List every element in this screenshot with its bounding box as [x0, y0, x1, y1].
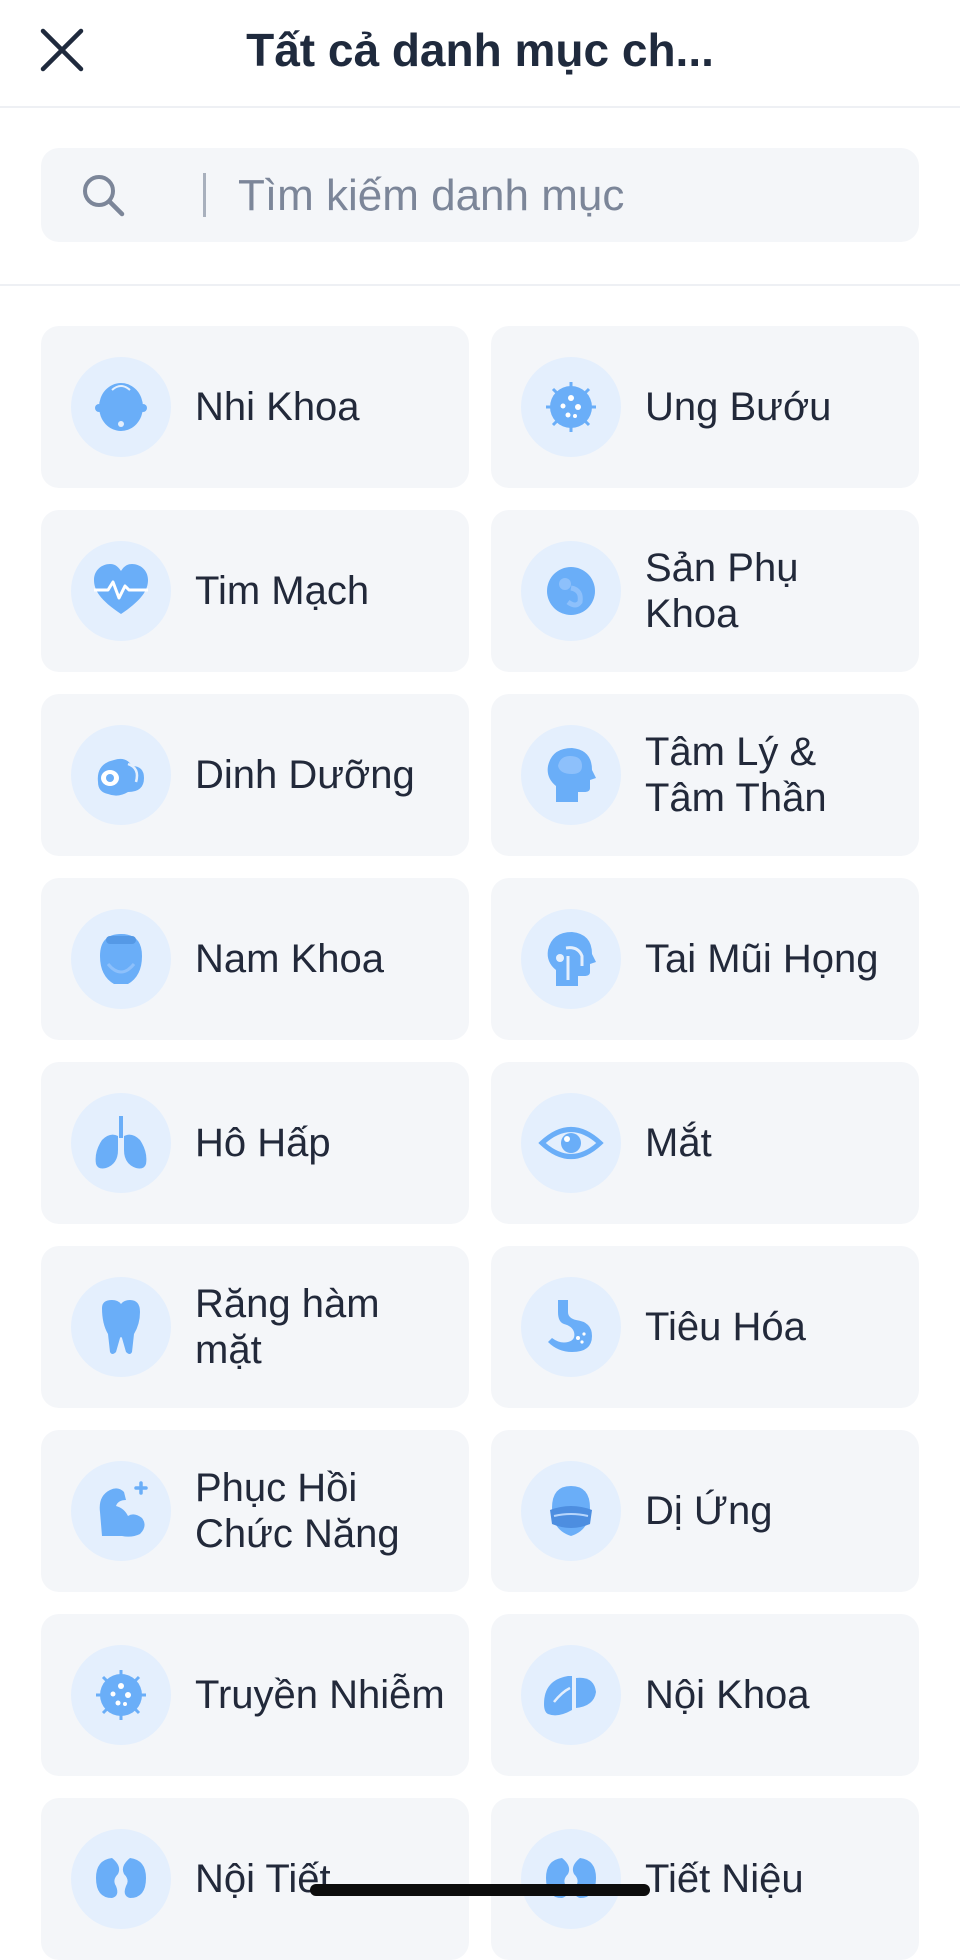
kidneys-icon	[546, 1858, 596, 1898]
category-label: Tiết Niệu	[645, 1857, 804, 1901]
category-icon-badge	[521, 909, 621, 1009]
male-head-icon	[100, 934, 142, 984]
category-icon-badge	[521, 541, 621, 641]
category-card[interactable]: Tiêu Hóa	[491, 1246, 919, 1408]
category-icon-badge	[71, 1829, 171, 1929]
category-icon-badge	[521, 1461, 621, 1561]
category-label: Mắt	[645, 1121, 712, 1165]
fetus-icon	[547, 567, 595, 615]
virus-icon	[96, 1670, 146, 1720]
head-brain-icon	[547, 748, 596, 802]
category-label: Sản Phụ Khoa	[645, 546, 799, 636]
text-cursor	[203, 173, 206, 217]
category-label: Phục Hồi Chức Năng	[195, 1466, 400, 1556]
category-card[interactable]: Sản Phụ Khoa	[491, 510, 919, 672]
organ-icon	[544, 1676, 596, 1716]
category-icon-badge	[521, 357, 621, 457]
category-icon-badge	[521, 1645, 621, 1745]
category-icon-badge	[71, 541, 171, 641]
category-card[interactable]: Phục Hồi Chức Năng	[41, 1430, 469, 1592]
category-label: Tiêu Hóa	[645, 1305, 806, 1349]
baby-head-icon	[95, 383, 147, 431]
category-label: Răng hàm mặt	[195, 1282, 380, 1372]
search-input[interactable]	[236, 158, 880, 234]
category-icon-badge	[521, 1093, 621, 1193]
category-card[interactable]: Răng hàm mặt	[41, 1246, 469, 1408]
category-icon-badge	[521, 1277, 621, 1377]
category-icon-badge	[71, 1645, 171, 1745]
category-label: Dinh Dưỡng	[195, 753, 415, 797]
category-card[interactable]: Truyền Nhiễm	[41, 1614, 469, 1776]
search-icon	[83, 175, 125, 217]
category-icon-badge	[521, 725, 621, 825]
lungs-icon	[95, 1116, 147, 1169]
category-card[interactable]: Ung Bướu	[491, 326, 919, 488]
category-card[interactable]: Dị Ứng	[491, 1430, 919, 1592]
category-label: Nội Khoa	[645, 1673, 810, 1717]
top-bar: Tất cả danh mục ch...	[0, 0, 960, 108]
category-card[interactable]: Tâm Lý & Tâm Thần	[491, 694, 919, 856]
category-card[interactable]: Tiết Niệu	[491, 1798, 919, 1960]
category-card[interactable]: Tim Mạch	[41, 510, 469, 672]
category-card[interactable]: Nội Khoa	[491, 1614, 919, 1776]
category-icon-badge	[71, 1093, 171, 1193]
category-label: Hô Hấp	[195, 1121, 331, 1165]
category-icon-badge	[71, 909, 171, 1009]
stomach-icon	[548, 1300, 592, 1352]
kidney-icon	[96, 1858, 146, 1898]
eye-icon	[538, 1127, 604, 1159]
tumor-cell-icon	[546, 382, 596, 432]
category-label: Nam Khoa	[195, 937, 384, 981]
page-title: Tất cả danh mục ch...	[246, 24, 714, 76]
category-card[interactable]: Tai Mũi Họng	[491, 878, 919, 1040]
category-card[interactable]: Nam Khoa	[41, 878, 469, 1040]
category-card[interactable]: Dinh Dưỡng	[41, 694, 469, 856]
category-icon-badge	[71, 1461, 171, 1561]
ent-head-icon	[547, 932, 596, 986]
category-label: Truyền Nhiễm	[195, 1673, 445, 1717]
category-label: Dị Ứng	[645, 1489, 773, 1533]
heart-pulse-icon	[94, 564, 148, 614]
category-card[interactable]: Hô Hấp	[41, 1062, 469, 1224]
home-indicator	[310, 1884, 650, 1896]
mask-face-icon	[550, 1486, 592, 1536]
category-icon-badge	[71, 1277, 171, 1377]
category-card[interactable]: Nội Tiết	[41, 1798, 469, 1960]
category-card[interactable]: Nhi Khoa	[41, 326, 469, 488]
category-icon-badge	[71, 357, 171, 457]
muscle-arm-icon	[99, 1481, 148, 1537]
category-label: Nhi Khoa	[195, 385, 360, 429]
category-icon-badge	[71, 725, 171, 825]
close-button[interactable]	[30, 18, 94, 82]
search-bar[interactable]	[41, 148, 919, 242]
food-icon	[97, 758, 144, 796]
search-section	[0, 108, 960, 286]
category-label: Tâm Lý & Tâm Thần	[645, 730, 827, 820]
category-label: Tim Mạch	[195, 569, 370, 613]
category-card[interactable]: Mắt	[491, 1062, 919, 1224]
tooth-icon	[102, 1300, 140, 1354]
category-icon-badge	[521, 1829, 621, 1929]
close-icon	[40, 28, 84, 72]
category-label: Tai Mũi Họng	[645, 937, 879, 981]
category-label: Ung Bướu	[645, 385, 832, 429]
category-grid: Nhi Khoa Ung Bướu Tim Mạch Sản Phụ Khoa Dinh…	[41, 326, 919, 1960]
